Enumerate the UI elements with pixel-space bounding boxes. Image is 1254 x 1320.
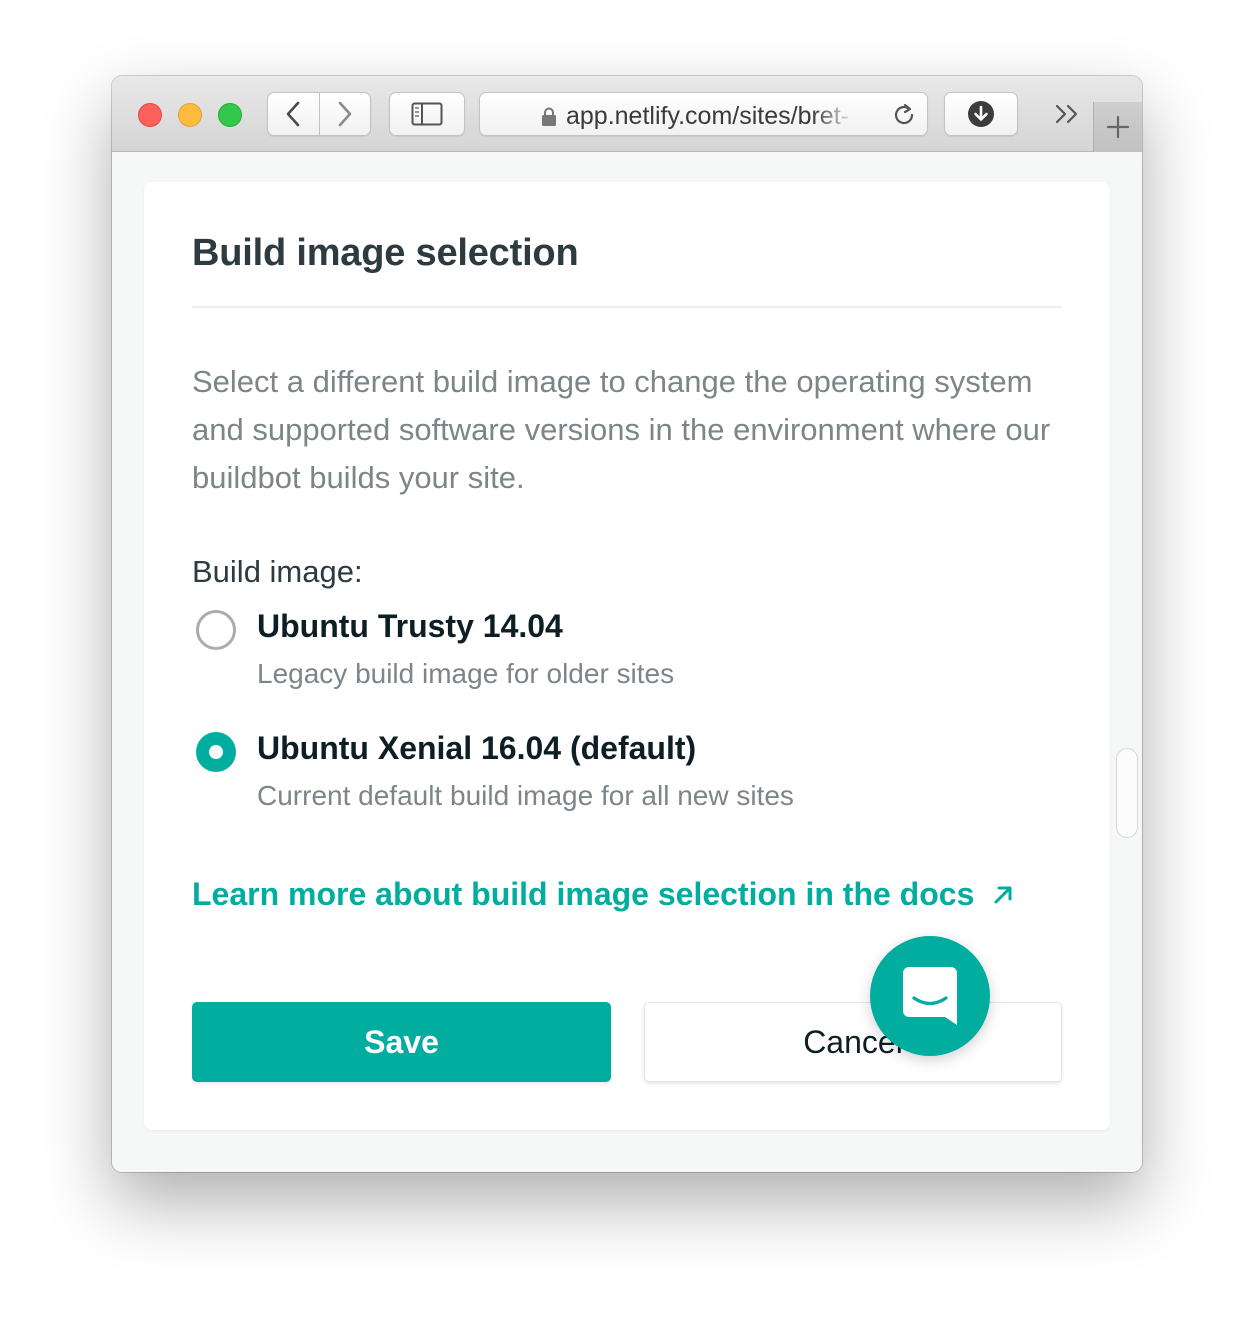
external-link-arrow-icon	[994, 886, 1012, 903]
new-tab-button[interactable]	[1093, 102, 1142, 152]
lock-icon	[542, 107, 556, 126]
browser-toolbar: app.netlify.com/sites/bret-	[112, 76, 1142, 152]
radio-option-description: Legacy build image for older sites	[257, 658, 675, 689]
card-title: Build image selection	[192, 232, 579, 274]
radio-option-trusty[interactable]: Ubuntu Trusty 14.04 Legacy build image f…	[192, 606, 1052, 706]
chevron-right-icon	[338, 101, 352, 127]
chat-icon	[903, 967, 957, 1025]
build-image-label: Build image:	[192, 554, 363, 589]
download-icon	[968, 101, 994, 127]
downloads-button[interactable]	[944, 92, 1018, 136]
radio-option-description: Current default build image for all new …	[257, 780, 794, 811]
address-url: app.netlify.com/sites/bret-	[566, 102, 849, 130]
radio-button-selected[interactable]	[196, 732, 236, 772]
chevron-left-icon	[287, 101, 300, 127]
minimize-window-button[interactable]	[178, 103, 202, 127]
radio-option-xenial[interactable]: Ubuntu Xenial 16.04 (default) Current de…	[192, 728, 1052, 828]
forward-button[interactable]	[318, 93, 370, 135]
navigation-buttons	[267, 92, 371, 136]
docs-link[interactable]: Learn more about build image selection i…	[192, 876, 1014, 913]
close-window-button[interactable]	[138, 103, 162, 127]
title-divider	[192, 306, 1062, 308]
card-description: Select a different build image to change…	[192, 364, 1051, 495]
cancel-button[interactable]: Cancel	[644, 1002, 1062, 1082]
double-chevron-icon[interactable]	[1054, 102, 1082, 126]
sidebar-icon	[411, 102, 443, 126]
radio-option-title: Ubuntu Trusty 14.04	[257, 608, 563, 644]
page-content: Build image selection Select a different…	[112, 152, 1142, 1172]
address-bar[interactable]: app.netlify.com/sites/bret-	[479, 92, 928, 136]
scrollbar-thumb[interactable]	[1116, 748, 1138, 838]
save-button[interactable]: Save	[192, 1002, 611, 1082]
radio-button-unselected[interactable]	[196, 610, 236, 650]
show-sidebar-button[interactable]	[389, 92, 465, 136]
back-button[interactable]	[268, 93, 319, 135]
radio-option-title: Ubuntu Xenial 16.04 (default)	[257, 730, 697, 766]
docs-link-text: Learn more about build image selection i…	[192, 876, 975, 912]
zoom-window-button[interactable]	[218, 103, 242, 127]
reload-icon[interactable]	[891, 102, 917, 128]
chat-launcher-button[interactable]	[870, 936, 990, 1056]
plus-icon	[1106, 115, 1130, 139]
